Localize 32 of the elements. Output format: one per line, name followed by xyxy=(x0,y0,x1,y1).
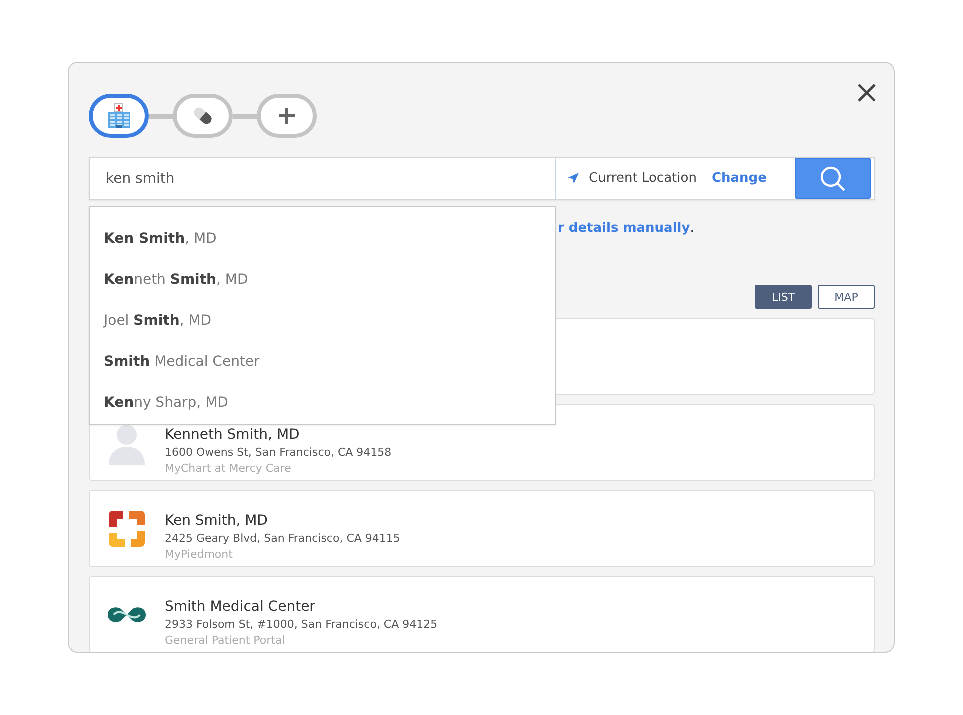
result-portal: MyChart at Mercy Care xyxy=(165,462,292,475)
result-address: 2425 Geary Blvd, San Francisco, CA 94115 xyxy=(165,532,400,545)
step-connector xyxy=(149,114,173,118)
suggestion-item[interactable]: Ken Smith, MD xyxy=(90,218,555,259)
location-label: Current Location xyxy=(589,171,697,186)
result-portal: General Patient Portal xyxy=(165,634,286,647)
result-name: Kenneth Smith, MD xyxy=(165,427,301,443)
search-field[interactable]: ken smith xyxy=(90,158,555,199)
step-connector xyxy=(233,114,257,118)
result-address: 2933 Folsom St, #1000, San Francisco, CA 94125 xyxy=(165,618,438,631)
notice-text: . xyxy=(690,221,694,236)
search-icon xyxy=(819,164,847,192)
result-card[interactable]: Ken Smith, MD 2425 Geary Blvd, San Francisco, CA 94115 MyPiedmont xyxy=(89,490,875,567)
change-link[interactable]: Change xyxy=(712,171,767,186)
result-card[interactable]: Smith Medical Center 2933 Folsom St, #1000, San Francisco, CA 94125 General Patient Portal xyxy=(89,576,875,652)
step-button[interactable] xyxy=(257,94,317,138)
step-button[interactable] xyxy=(173,94,233,138)
view-toggle-button[interactable]: LIST xyxy=(755,285,812,309)
hospital-icon xyxy=(106,103,132,129)
manual-entry-link[interactable]: r details manually xyxy=(558,221,690,236)
search-button[interactable] xyxy=(795,158,871,199)
result-name: Smith Medical Center xyxy=(165,599,316,615)
suggestion-item[interactable]: Smith Medical Center xyxy=(90,341,555,382)
view-toggle-button[interactable]: MAP xyxy=(818,285,875,309)
location-arrow-icon xyxy=(567,172,580,185)
suggestion-item[interactable]: Kenneth Smith, MD xyxy=(90,259,555,300)
result-name: Ken Smith, MD xyxy=(165,513,269,529)
result-address: 1600 Owens St, San Francisco, CA 94158 xyxy=(165,446,392,459)
plus-icon xyxy=(277,106,297,126)
suggestion-item[interactable]: Joel Smith, MD xyxy=(90,300,555,341)
result-portal: MyPiedmont xyxy=(165,548,234,561)
step-button[interactable] xyxy=(89,94,149,138)
